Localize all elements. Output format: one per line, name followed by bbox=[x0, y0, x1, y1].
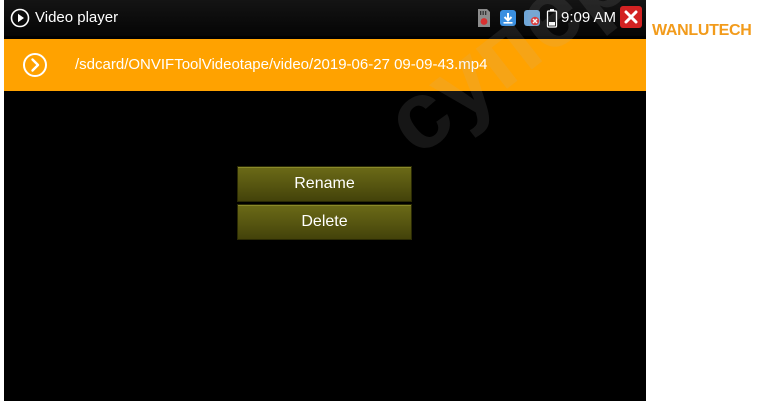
file-path: /sdcard/ONVIFToolVideotape/video/2019-06… bbox=[75, 56, 488, 73]
brand-logo: WANLUTECH bbox=[652, 22, 752, 39]
battery-icon bbox=[546, 9, 558, 28]
delete-button[interactable]: Delete bbox=[237, 204, 412, 240]
file-path-bar: /sdcard/ONVIFToolVideotape/video/2019-06… bbox=[4, 39, 646, 91]
rename-button[interactable]: Rename bbox=[237, 166, 412, 202]
status-clock: 9:09 AM bbox=[561, 9, 617, 26]
close-button[interactable] bbox=[620, 6, 642, 28]
device-screen: Video player 9:09 AM /sdcard/ONVIFToolVi… bbox=[4, 0, 646, 401]
play-circle-icon bbox=[23, 53, 47, 77]
play-circle-icon bbox=[10, 8, 30, 28]
close-icon bbox=[624, 10, 638, 24]
download-icon bbox=[500, 10, 516, 26]
no-network-icon bbox=[524, 10, 540, 26]
sd-card-icon bbox=[478, 9, 490, 27]
app-title: Video player bbox=[35, 9, 119, 26]
title-bar: Video player 9:09 AM bbox=[4, 0, 646, 36]
